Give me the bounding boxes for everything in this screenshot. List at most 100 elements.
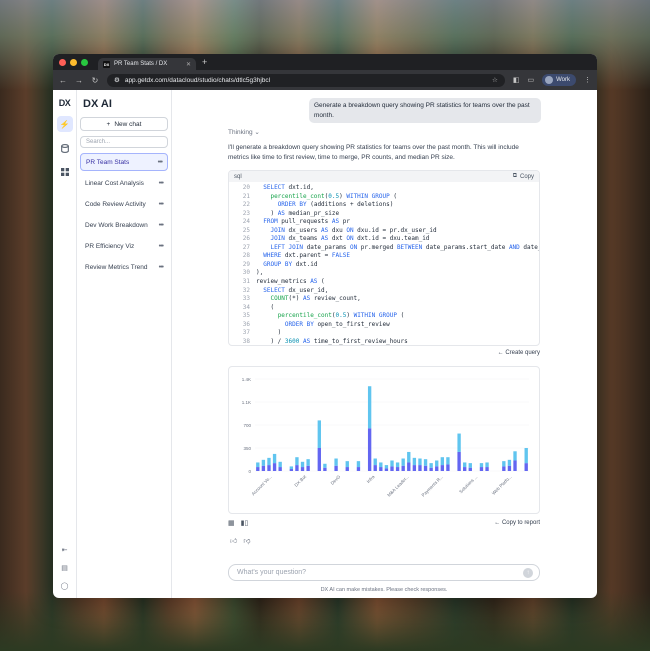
- chart-view-icon[interactable]: ▮▯: [241, 519, 249, 527]
- bar-segment[interactable]: [463, 462, 467, 468]
- bar-segment[interactable]: [323, 467, 327, 471]
- bar-segment[interactable]: [272, 463, 277, 471]
- chat-bubble-icon[interactable]: ◯: [61, 582, 69, 590]
- bar-segment[interactable]: [423, 459, 428, 466]
- site-info-icon[interactable]: ⚙: [114, 76, 120, 84]
- chat-item-dev-work-breakdown[interactable]: Dev Work Breakdown •••: [80, 216, 168, 234]
- document-icon[interactable]: ▤: [61, 564, 68, 572]
- maximize-window-button[interactable]: [81, 58, 88, 66]
- create-query-button[interactable]: ← Create query: [437, 350, 540, 356]
- bar-segment[interactable]: [418, 458, 422, 466]
- bar-segment[interactable]: [373, 458, 377, 466]
- bar-segment[interactable]: [256, 467, 260, 471]
- bar-segment[interactable]: [401, 465, 405, 471]
- bar-segment[interactable]: [272, 453, 277, 464]
- url-bar[interactable]: ⚙ app.getdx.com/datacloud/studio/chats/d…: [107, 73, 505, 87]
- bar-segment[interactable]: [457, 433, 461, 452]
- sidepanel-icon[interactable]: ▭: [527, 76, 534, 84]
- bar-segment[interactable]: [435, 460, 439, 467]
- bar-segment[interactable]: [479, 463, 484, 468]
- bar-segment[interactable]: [289, 466, 294, 470]
- thumbs-down-icon[interactable]: 👎︎: [243, 536, 250, 545]
- table-view-icon[interactable]: ▦: [228, 519, 235, 527]
- bar-segment[interactable]: [457, 451, 461, 471]
- bar-segment[interactable]: [446, 457, 450, 465]
- bar-segment[interactable]: [423, 465, 428, 471]
- bar-segment[interactable]: [485, 462, 489, 468]
- collapse-icon[interactable]: ⇤: [62, 546, 68, 554]
- reload-icon[interactable]: ↻: [91, 76, 99, 85]
- bar-segment[interactable]: [373, 465, 377, 471]
- bar-segment[interactable]: [367, 386, 372, 429]
- bar-segment[interactable]: [429, 467, 433, 471]
- bar-segment[interactable]: [463, 467, 467, 471]
- bar-segment[interactable]: [440, 465, 445, 471]
- bar-segment[interactable]: [300, 467, 305, 471]
- chat-item-pr-team-stats[interactable]: PR Team Stats •••: [80, 153, 168, 171]
- bar-segment[interactable]: [412, 457, 417, 466]
- bar-segment[interactable]: [267, 465, 271, 471]
- chat-item-review-metrics-trend[interactable]: Review Metrics Trend •••: [80, 258, 168, 276]
- new-tab-button[interactable]: +: [202, 57, 207, 67]
- bar-segment[interactable]: [384, 468, 389, 471]
- more-options-icon[interactable]: •••: [159, 243, 164, 250]
- bar-segment[interactable]: [390, 460, 394, 467]
- bar-segment[interactable]: [295, 457, 299, 466]
- bookmark-star-icon[interactable]: ☆: [492, 76, 498, 84]
- bar-segment[interactable]: [407, 451, 411, 463]
- bar-segment[interactable]: [435, 466, 439, 471]
- copy-code-button[interactable]: ⧉ Copy: [513, 173, 534, 180]
- bar-segment[interactable]: [507, 465, 512, 471]
- bar-segment[interactable]: [334, 465, 338, 471]
- back-icon[interactable]: ←: [59, 76, 67, 85]
- bar-segment[interactable]: [379, 467, 383, 471]
- bar-segment[interactable]: [507, 459, 512, 466]
- bar-segment[interactable]: [261, 459, 266, 466]
- close-tab-icon[interactable]: ✕: [186, 61, 191, 68]
- bar-segment[interactable]: [513, 460, 517, 471]
- thinking-toggle[interactable]: Thinking ⌄: [228, 128, 260, 136]
- bar-segment[interactable]: [513, 451, 517, 461]
- bar-segment[interactable]: [485, 467, 489, 471]
- more-options-icon[interactable]: •••: [159, 201, 164, 208]
- thumbs-up-icon[interactable]: 👍︎: [230, 536, 237, 545]
- bar-segment[interactable]: [300, 461, 305, 468]
- bar-segment[interactable]: [418, 465, 422, 471]
- bar-segment[interactable]: [278, 467, 282, 471]
- bar-segment[interactable]: [468, 467, 472, 471]
- bar-segment[interactable]: [401, 458, 405, 466]
- more-options-icon[interactable]: •••: [159, 180, 164, 187]
- bar-segment[interactable]: [295, 465, 299, 471]
- more-options-icon[interactable]: •••: [159, 222, 164, 229]
- lightning-icon[interactable]: ⚡: [56, 116, 73, 132]
- copy-to-report-button[interactable]: ← Copy to report: [494, 520, 540, 526]
- bar-segment[interactable]: [390, 466, 394, 471]
- bar-segment[interactable]: [317, 448, 321, 471]
- bar-segment[interactable]: [384, 465, 389, 469]
- bar-segment[interactable]: [412, 465, 417, 471]
- bar-segment[interactable]: [261, 465, 266, 471]
- minimize-window-button[interactable]: [70, 58, 77, 66]
- bar-segment[interactable]: [395, 462, 400, 468]
- bar-segment[interactable]: [524, 448, 528, 464]
- bar-segment[interactable]: [502, 466, 506, 471]
- new-chat-button[interactable]: + New chat: [80, 117, 168, 131]
- browser-menu-icon[interactable]: ⋮: [584, 76, 591, 84]
- bar-segment[interactable]: [278, 461, 282, 468]
- chat-item-pr-efficiency-viz[interactable]: PR Efficiency Viz •••: [80, 237, 168, 255]
- close-window-button[interactable]: [59, 58, 66, 66]
- bar-segment[interactable]: [502, 461, 506, 467]
- bar-segment[interactable]: [306, 459, 310, 466]
- bar-segment[interactable]: [395, 467, 400, 471]
- bar-segment[interactable]: [356, 467, 361, 471]
- bar-segment[interactable]: [468, 463, 472, 468]
- bar-segment[interactable]: [479, 467, 484, 471]
- bar-segment[interactable]: [367, 428, 372, 471]
- bar-segment[interactable]: [317, 420, 321, 448]
- bar-segment[interactable]: [345, 467, 349, 471]
- bar-segment[interactable]: [256, 462, 260, 468]
- chat-item-code-review-activity[interactable]: Code Review Activity •••: [80, 195, 168, 213]
- bar-segment[interactable]: [440, 457, 445, 466]
- bar-segment[interactable]: [429, 463, 433, 468]
- more-options-icon[interactable]: •••: [158, 159, 163, 166]
